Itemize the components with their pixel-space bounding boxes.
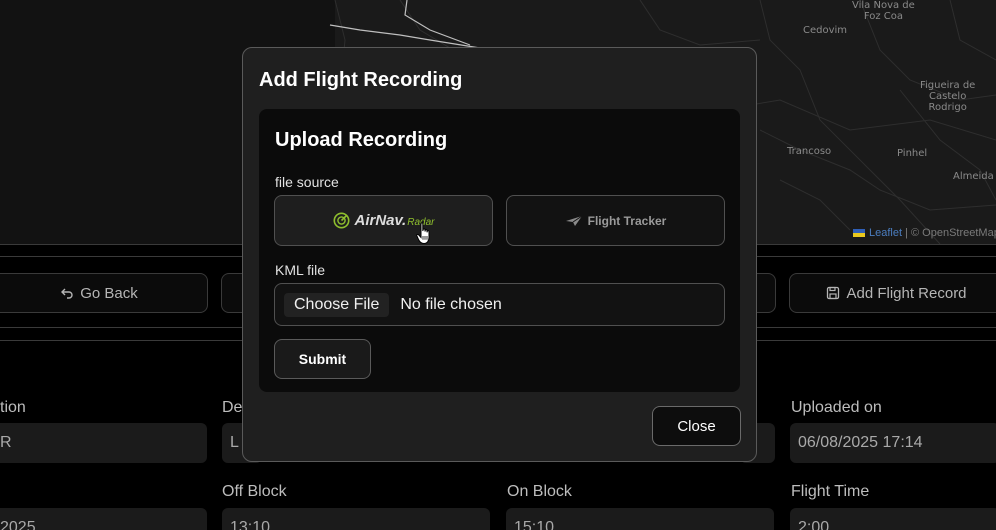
- field-label-on-block: On Block: [507, 483, 572, 500]
- field-label-flight-time: Flight Time: [791, 483, 870, 500]
- add-flight-recording-modal: Add Flight Recording Upload Recording fi…: [242, 47, 757, 462]
- paper-plane-icon: [565, 215, 582, 226]
- field-label-location: tion: [0, 399, 26, 416]
- map-attribution: Leaflet | © OpenStreetMap: [853, 227, 996, 239]
- modal-title: Add Flight Recording: [259, 69, 463, 91]
- leaflet-link[interactable]: Leaflet: [869, 227, 902, 239]
- map-place-trancoso: Trancoso: [787, 146, 832, 157]
- field-flight-time[interactable]: 2:00: [790, 508, 996, 530]
- upload-recording-title: Upload Recording: [275, 129, 448, 151]
- field-location[interactable]: R: [0, 423, 207, 463]
- file-source-label: file source: [275, 174, 339, 190]
- field-label-off-block: Off Block: [222, 483, 287, 500]
- field-label-departure: De: [222, 399, 243, 416]
- add-flight-record-label: Add Flight Record: [846, 284, 967, 302]
- go-back-button[interactable]: Go Back: [0, 273, 208, 313]
- map-place-vila-nova-de-foz-coa: Vila Nova de Foz Coa: [852, 0, 915, 22]
- save-icon: [827, 286, 840, 300]
- ukraine-flag-icon: [853, 229, 865, 238]
- kml-file-input[interactable]: Choose File No file chosen: [274, 283, 725, 326]
- close-button[interactable]: Close: [652, 406, 741, 446]
- map-place-pinhel: Pinhel: [897, 148, 928, 159]
- add-flight-record-button[interactable]: Add Flight Record: [789, 273, 996, 313]
- map-place-cedovim: Cedovim: [803, 25, 848, 36]
- field-label-uploaded-on: Uploaded on: [791, 399, 882, 416]
- kml-file-label: KML file: [275, 262, 326, 278]
- choose-file-button[interactable]: Choose File: [284, 292, 390, 317]
- no-file-chosen-text: No file chosen: [400, 295, 502, 313]
- osm-attribution: | © OpenStreetMap: [905, 227, 996, 239]
- map-place-almeida: Almeida: [953, 171, 994, 182]
- undo-arrow-icon: [61, 288, 73, 299]
- hand-pointer-cursor-icon: [416, 222, 430, 245]
- field-off-block[interactable]: 13:10: [222, 508, 490, 530]
- field-on-block[interactable]: 15:10: [506, 508, 774, 530]
- airnav-logo-word: AirNav.: [354, 211, 407, 229]
- field-uploaded-on[interactable]: 06/08/2025 17:14: [790, 423, 996, 463]
- source-airnav-radar-button[interactable]: AirNav.Radar: [274, 195, 493, 246]
- upload-recording-card: Upload Recording file source AirNav.Rada…: [259, 109, 740, 392]
- radar-icon: [333, 212, 350, 229]
- source-flight-tracker-button[interactable]: Flight Tracker: [506, 195, 725, 246]
- go-back-label: Go Back: [80, 284, 138, 302]
- field-date[interactable]: 2025: [0, 508, 207, 530]
- flight-tracker-logo-word: Flight Tracker: [587, 213, 667, 228]
- map-place-figueira-de-castelo-rodrigo: Figueira de Castelo Rodrigo: [920, 80, 976, 113]
- submit-button[interactable]: Submit: [274, 339, 371, 379]
